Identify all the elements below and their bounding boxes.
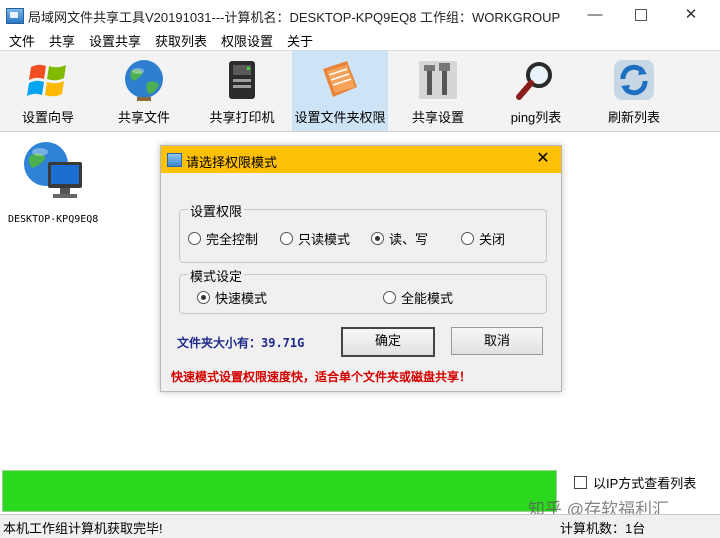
mode-tip-text: 快速模式设置权限速度快，适合单个文件夹或磁盘共享！ [171, 370, 472, 384]
radio-close-dot [461, 232, 474, 245]
folder-permission-label: 设置文件夹权限 [294, 110, 386, 125]
ok-button[interactable]: 确定 [341, 327, 435, 357]
dialog-app-icon [167, 153, 182, 167]
ping-list-label: ping列表 [510, 110, 562, 125]
folder-size-text: 文件夹大小有：39.71G [177, 336, 305, 350]
title-bar: 局域网文件共享工具V20191031---计算机名：DESKTOP-KPQ9EQ… [0, 0, 720, 31]
menu-share[interactable]: 共享 [49, 31, 75, 50]
folder-permission-button[interactable]: 设置文件夹权限 [292, 51, 388, 131]
status-message: 本机工作组计算机获取完毕! [3, 521, 163, 536]
radio-read-only-dot [280, 232, 293, 245]
radio-read-write-label: 读、写 [389, 232, 429, 247]
maximize-button[interactable] [618, 0, 664, 30]
ip-view-checkbox[interactable]: 以IP方式查看列表 [574, 473, 696, 492]
computer-name: DESKTOP-KPQ9EQ8 [8, 214, 99, 225]
permission-group: 设置权限 完全控制 只读模式 读、写 关闭 [179, 201, 547, 263]
close-window-button[interactable]: ✕ [668, 0, 714, 30]
menu-bar: 文件 共享 设置共享 获取列表 权限设置 关于 [0, 30, 720, 50]
wizard-label: 设置向导 [21, 110, 74, 125]
radio-read-only-label: 只读模式 [298, 232, 351, 247]
folder-permission-icon [323, 61, 357, 97]
ping-list-button[interactable]: ping列表 [488, 51, 584, 131]
toolbar: 设置向导 共享文件 共享打印机 设置文件夹权限 共享设置 ping列表 刷新列表 [0, 50, 720, 132]
computer-count: 计算机数：1台 [560, 521, 646, 536]
radio-full-control[interactable]: 完全控制 [188, 229, 258, 248]
permission-group-label: 设置权限 [188, 201, 245, 220]
wizard-button[interactable]: 设置向导 [2, 51, 94, 131]
menu-permission[interactable]: 权限设置 [221, 31, 273, 50]
network-computer-icon [24, 142, 82, 198]
magnifier-icon [516, 62, 552, 100]
radio-full-control-dot [188, 232, 201, 245]
radio-read-only[interactable]: 只读模式 [280, 229, 350, 248]
radio-full-control-label: 完全控制 [206, 232, 259, 247]
radio-full-mode[interactable]: 全能模式 [383, 288, 453, 307]
windows-logo-icon [27, 64, 66, 97]
progress-bar [2, 470, 557, 512]
dialog-title: 请选择权限模式 [186, 155, 278, 170]
radio-close-label: 关闭 [479, 232, 506, 247]
radio-full-mode-dot [383, 291, 396, 304]
computer-item[interactable]: DESKTOP-KPQ9EQ8 [8, 138, 118, 238]
minimize-button[interactable]: — [572, 0, 618, 30]
radio-full-mode-label: 全能模式 [401, 291, 454, 306]
ip-view-label: 以IP方式查看列表 [593, 476, 697, 491]
menu-get-list[interactable]: 获取列表 [155, 31, 207, 50]
menu-about[interactable]: 关于 [287, 31, 313, 50]
share-file-button[interactable]: 共享文件 [96, 51, 192, 131]
radio-close[interactable]: 关闭 [461, 229, 505, 248]
status-bar: 本机工作组计算机获取完毕! 计算机数：1台 [0, 514, 720, 538]
share-settings-label: 共享设置 [411, 110, 464, 125]
dialog-title-bar: 请选择权限模式 ✕ [161, 146, 561, 173]
radio-fast-mode-label: 快速模式 [215, 291, 268, 306]
ip-view-checkbox-box [574, 476, 587, 489]
maximize-icon [635, 9, 647, 22]
dialog-close-button[interactable]: ✕ [531, 149, 555, 169]
tools-icon [419, 61, 457, 99]
printer-icon [229, 61, 255, 99]
refresh-list-label: 刷新列表 [607, 110, 660, 125]
permission-dialog: 请选择权限模式 ✕ 设置权限 完全控制 只读模式 读、写 关闭 模式设定 快速模… [160, 145, 562, 392]
radio-read-write[interactable]: 读、写 [371, 229, 428, 248]
app-icon [6, 8, 24, 24]
refresh-list-button[interactable]: 刷新列表 [586, 51, 682, 131]
share-printer-label: 共享打印机 [209, 110, 275, 125]
share-printer-button[interactable]: 共享打印机 [194, 51, 290, 131]
refresh-icon [614, 60, 654, 100]
share-settings-button[interactable]: 共享设置 [390, 51, 486, 131]
radio-fast-mode[interactable]: 快速模式 [197, 288, 267, 307]
menu-set-share[interactable]: 设置共享 [89, 31, 141, 50]
mode-group: 模式设定 快速模式 全能模式 [179, 266, 547, 314]
window-title: 局域网文件共享工具V20191031---计算机名：DESKTOP-KPQ9EQ… [28, 10, 561, 25]
menu-file[interactable]: 文件 [9, 31, 35, 50]
share-file-label: 共享文件 [117, 110, 170, 125]
mode-group-label: 模式设定 [188, 266, 245, 285]
radio-fast-mode-dot [197, 291, 210, 304]
cancel-button[interactable]: 取消 [451, 327, 543, 355]
radio-read-write-dot [371, 232, 384, 245]
globe-icon [125, 60, 163, 101]
